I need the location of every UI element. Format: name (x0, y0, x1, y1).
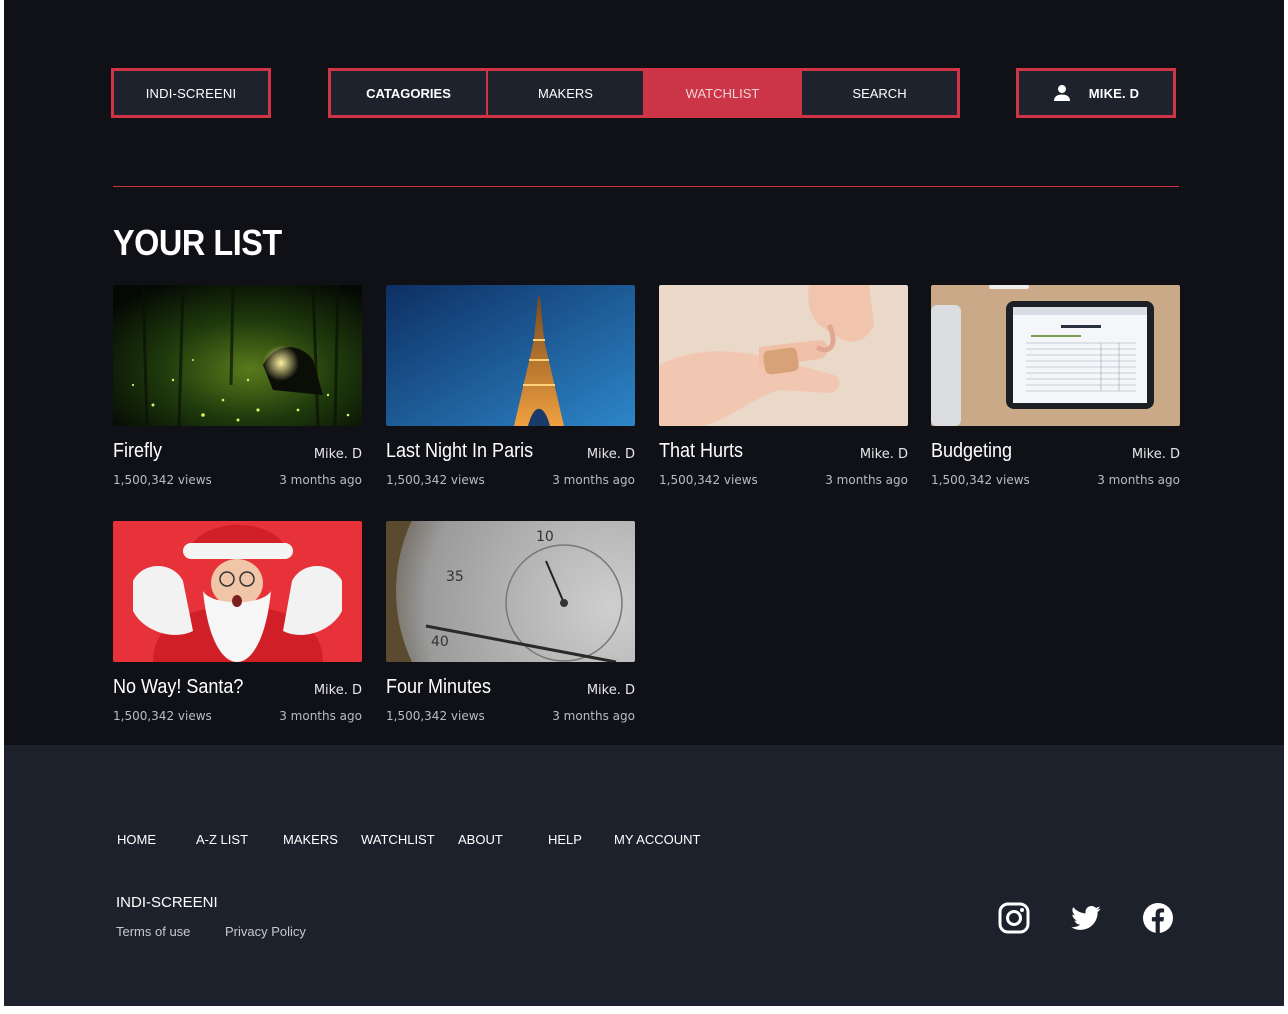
video-thumbnail-budgeting[interactable] (931, 285, 1180, 426)
video-title[interactable]: That Hurts (659, 440, 743, 463)
video-views: 1,500,342 views (931, 473, 1030, 487)
video-card[interactable]: No Way! Santa? Mike. D 1,500,342 views 3… (113, 521, 362, 723)
video-author[interactable]: Mike. D (314, 683, 362, 698)
video-time: 3 months ago (279, 473, 362, 487)
video-views: 1,500,342 views (659, 473, 758, 487)
video-title[interactable]: Last Night In Paris (386, 440, 533, 463)
svg-text:10: 10 (536, 529, 554, 545)
video-views: 1,500,342 views (113, 473, 212, 487)
video-author[interactable]: Mike. D (587, 447, 635, 462)
page-title: YOUR LIST (113, 222, 282, 263)
privacy-policy-link[interactable]: Privacy Policy (225, 924, 306, 939)
footer: HOME A-Z LIST MAKERS WATCHLIST ABOUT HEL… (4, 745, 1284, 1006)
footer-link-about[interactable]: ABOUT (458, 832, 503, 847)
footer-link-home[interactable]: HOME (117, 832, 156, 847)
video-thumbnail-paris[interactable] (386, 285, 635, 426)
video-thumbnail-that-hurts[interactable] (659, 285, 908, 426)
user-account-button[interactable]: MIKE. D (1016, 68, 1176, 118)
instagram-icon[interactable] (998, 902, 1030, 934)
svg-text:40: 40 (431, 634, 449, 650)
video-card[interactable]: That Hurts Mike. D 1,500,342 views 3 mon… (659, 285, 908, 487)
app-frame: INDI-SCREENI CATAGORIES MAKERS WATCHLIST… (4, 0, 1284, 1006)
video-thumbnail-four-minutes[interactable]: 10 35 40 (386, 521, 635, 662)
footer-link-makers[interactable]: MAKERS (283, 832, 338, 847)
main-nav: CATAGORIES MAKERS WATCHLIST SEARCH (328, 68, 960, 118)
video-thumbnail-firefly[interactable] (113, 285, 362, 426)
video-views: 1,500,342 views (386, 709, 485, 723)
header-divider (113, 186, 1179, 187)
video-card[interactable]: Firefly Mike. D 1,500,342 views 3 months… (113, 285, 362, 487)
tab-makers[interactable]: MAKERS (486, 71, 643, 115)
video-card[interactable]: Last Night In Paris Mike. D 1,500,342 vi… (386, 285, 635, 487)
footer-brand: INDI-SCREENI (116, 894, 218, 911)
video-views: 1,500,342 views (386, 473, 485, 487)
video-time: 3 months ago (279, 709, 362, 723)
user-icon (1053, 85, 1070, 101)
video-card[interactable]: 10 35 40 Four Minutes Mike. D 1,500,342 … (386, 521, 635, 723)
terms-of-use-link[interactable]: Terms of use (116, 924, 190, 939)
twitter-icon[interactable] (1070, 902, 1102, 934)
video-time: 3 months ago (552, 473, 635, 487)
video-time: 3 months ago (825, 473, 908, 487)
svg-text:35: 35 (446, 569, 464, 585)
video-title[interactable]: Budgeting (931, 440, 1012, 463)
video-author[interactable]: Mike. D (587, 683, 635, 698)
facebook-icon[interactable] (1142, 902, 1174, 934)
video-author[interactable]: Mike. D (1132, 447, 1180, 462)
video-title[interactable]: No Way! Santa? (113, 676, 243, 699)
tab-watchlist[interactable]: WATCHLIST (643, 71, 800, 115)
video-title[interactable]: Four Minutes (386, 676, 491, 699)
video-views: 1,500,342 views (113, 709, 212, 723)
video-title[interactable]: Firefly (113, 440, 162, 463)
video-author[interactable]: Mike. D (314, 447, 362, 462)
video-time: 3 months ago (1097, 473, 1180, 487)
footer-link-watchlist[interactable]: WATCHLIST (361, 832, 435, 847)
video-author[interactable]: Mike. D (860, 447, 908, 462)
user-name: MIKE. D (1088, 85, 1140, 101)
video-time: 3 months ago (552, 709, 635, 723)
video-card[interactable]: Budgeting Mike. D 1,500,342 views 3 mont… (931, 285, 1180, 487)
footer-link-my-account[interactable]: MY ACCOUNT (614, 832, 700, 847)
footer-link-a-z-list[interactable]: A-Z LIST (196, 832, 248, 847)
footer-link-help[interactable]: HELP (548, 832, 582, 847)
video-thumbnail-santa[interactable] (113, 521, 362, 662)
tab-search[interactable]: SEARCH (800, 71, 957, 115)
brand-button[interactable]: INDI-SCREENI (111, 68, 271, 118)
tab-categories[interactable]: CATAGORIES (331, 71, 486, 115)
